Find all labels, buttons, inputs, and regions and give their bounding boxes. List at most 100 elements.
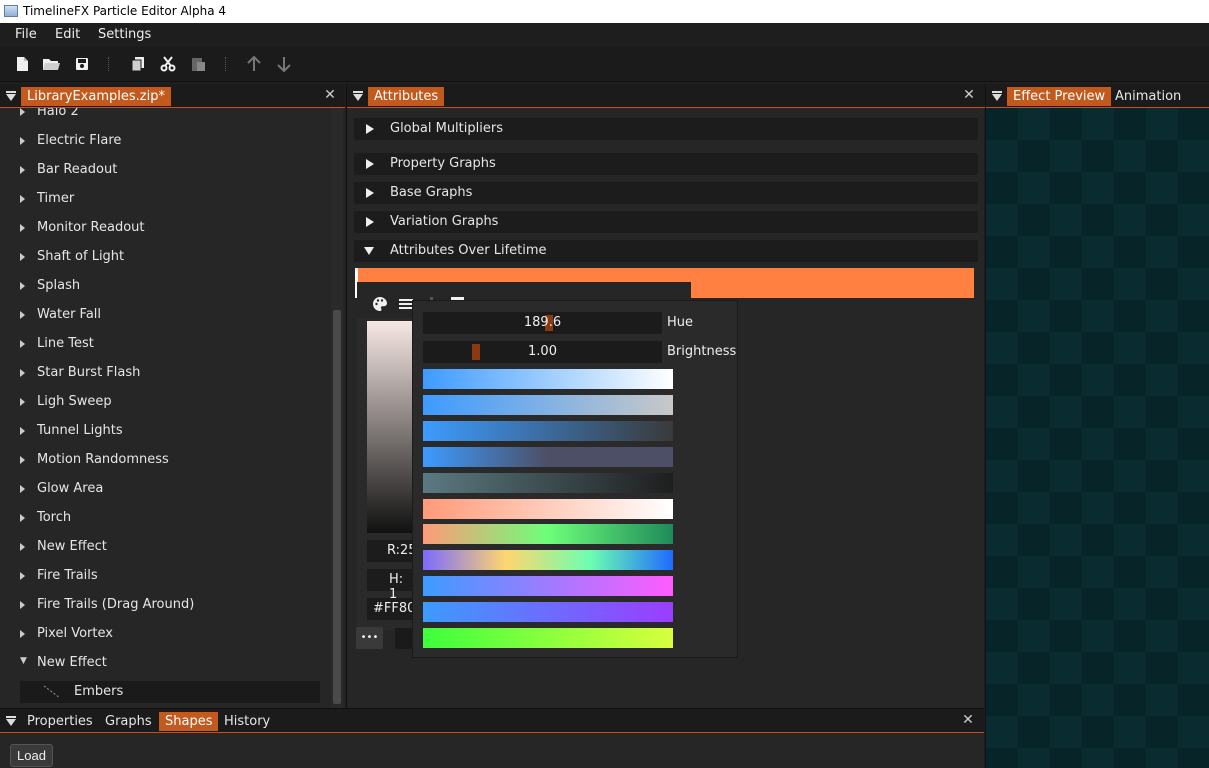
new-file-icon[interactable]	[12, 54, 32, 74]
tree-item[interactable]: Tunnel Lights	[0, 420, 330, 442]
tree-item[interactable]: Halo 2	[0, 108, 330, 123]
chevron-right-icon[interactable]	[20, 572, 25, 580]
open-folder-icon[interactable]	[41, 54, 61, 74]
palette-swatch[interactable]	[423, 472, 673, 493]
tree-item[interactable]: Monitor Readout	[0, 217, 330, 239]
menu-file[interactable]: File	[15, 27, 37, 42]
tree-item[interactable]: Star Burst Flash	[0, 362, 330, 384]
h-channel-field[interactable]: H: 1	[367, 569, 412, 602]
section-label: Variation Graphs	[390, 214, 499, 229]
palette-swatch[interactable]	[423, 446, 673, 467]
tab-library[interactable]: LibraryExamples.zip*	[21, 87, 171, 106]
panel-menu-icon[interactable]	[6, 91, 16, 101]
chevron-right-icon[interactable]	[20, 340, 25, 348]
paste-icon[interactable]	[188, 54, 208, 74]
cut-icon[interactable]	[158, 54, 178, 74]
more-options-button[interactable]: •••	[356, 627, 383, 649]
chevron-right-icon[interactable]	[20, 253, 25, 261]
section-property-graphs[interactable]: Property Graphs	[354, 153, 978, 175]
palette-swatch[interactable]	[423, 369, 673, 389]
tab-animation[interactable]: Animation	[1109, 87, 1187, 106]
tree-item[interactable]: Water Fall	[0, 304, 330, 326]
chevron-right-icon[interactable]	[20, 601, 25, 609]
tree-item[interactable]: Pixel Vortex	[0, 623, 330, 645]
chevron-right-icon[interactable]	[20, 224, 25, 232]
tree-item[interactable]: Shaft of Light	[0, 246, 330, 268]
chevron-right-icon[interactable]	[20, 398, 25, 406]
tree-item[interactable]: Glow Area	[0, 478, 330, 500]
palette-swatch[interactable]	[423, 524, 673, 545]
tree-item[interactable]: Bar Readout	[0, 159, 330, 181]
tree-item[interactable]: ▼ New Effect	[0, 652, 330, 674]
section-variation-graphs[interactable]: Variation Graphs	[354, 211, 978, 233]
saturation-value-square[interactable]	[367, 321, 412, 533]
tab-history[interactable]: History	[218, 712, 276, 731]
tree-item-label: New Effect	[37, 655, 107, 670]
tree-child-item[interactable]: Embers	[20, 681, 320, 703]
tab-shapes[interactable]: Shapes	[159, 712, 219, 731]
chevron-right-icon[interactable]	[20, 543, 25, 551]
close-icon[interactable]: ✕	[323, 88, 337, 102]
tab-effect-preview[interactable]: Effect Preview	[1007, 87, 1112, 106]
tree-item[interactable]: Torch	[0, 507, 330, 529]
palette-swatch[interactable]	[423, 628, 673, 648]
preview-canvas[interactable]	[986, 108, 1209, 768]
panel-menu-icon[interactable]	[6, 716, 16, 726]
section-global-multipliers[interactable]: Global Multipliers	[354, 118, 978, 140]
menu-settings[interactable]: Settings	[98, 27, 151, 42]
copy-icon[interactable]	[128, 54, 148, 74]
palette-swatch[interactable]	[423, 576, 673, 597]
slider-grab[interactable]	[472, 344, 480, 360]
panel-menu-icon[interactable]	[353, 91, 363, 101]
tree-item[interactable]: Line Test	[0, 333, 330, 355]
chevron-right-icon[interactable]	[20, 369, 25, 377]
palette-icon[interactable]	[372, 296, 388, 316]
close-icon[interactable]: ✕	[962, 88, 976, 102]
r-channel-field[interactable]: R:25	[367, 540, 417, 562]
library-scrollbar[interactable]	[331, 108, 343, 708]
chevron-down-icon[interactable]: ▼	[20, 656, 27, 666]
load-button[interactable]: Load	[10, 744, 53, 767]
tree-item[interactable]: Motion Randomness	[0, 449, 330, 471]
section-attributes-over-lifetime[interactable]: Attributes Over Lifetime	[354, 240, 978, 262]
chevron-right-icon[interactable]	[20, 108, 25, 116]
section-base-graphs[interactable]: Base Graphs	[354, 182, 978, 204]
tree-item[interactable]: Splash	[0, 275, 330, 297]
tree-item[interactable]: New Effect	[0, 536, 330, 558]
chevron-right-icon[interactable]	[20, 282, 25, 290]
palette-swatch[interactable]	[423, 498, 673, 519]
tree-item[interactable]: Electric Flare	[0, 130, 330, 152]
chevron-right-icon[interactable]	[20, 311, 25, 319]
chevron-right-icon[interactable]	[20, 485, 25, 493]
chevron-right-icon[interactable]	[20, 456, 25, 464]
tab-properties[interactable]: Properties	[21, 712, 99, 731]
close-icon[interactable]: ✕	[961, 713, 975, 727]
chevron-right-icon[interactable]	[20, 137, 25, 145]
tree-item[interactable]: Timer	[0, 188, 330, 210]
tree-item[interactable]: Ligh Sweep	[0, 391, 330, 413]
arrow-down-icon[interactable]	[274, 54, 294, 74]
tab-attributes[interactable]: Attributes	[368, 87, 445, 106]
window-titlebar: TimelineFX Particle Editor Alpha 4	[0, 0, 1209, 23]
hex-field[interactable]: #FF80	[367, 598, 415, 620]
brightness-slider[interactable]: 1.00	[423, 341, 662, 363]
tree-item[interactable]: Fire Trails	[0, 565, 330, 587]
save-icon[interactable]	[72, 54, 92, 74]
chevron-right-icon[interactable]	[20, 427, 25, 435]
arrow-up-icon[interactable]	[244, 54, 264, 74]
palette-swatch[interactable]	[423, 420, 673, 441]
list-icon[interactable]	[399, 297, 413, 315]
panel-menu-icon[interactable]	[992, 91, 1002, 101]
menu-edit[interactable]: Edit	[55, 27, 80, 42]
palette-swatch[interactable]	[423, 550, 673, 571]
chevron-right-icon[interactable]	[20, 514, 25, 522]
palette-swatch[interactable]	[423, 602, 673, 623]
scrollbar-thumb[interactable]	[333, 310, 341, 704]
hue-slider[interactable]: 189.6	[423, 312, 662, 334]
chevron-right-icon[interactable]	[20, 195, 25, 203]
chevron-right-icon[interactable]	[20, 166, 25, 174]
tree-item[interactable]: Fire Trails (Drag Around)	[0, 594, 330, 616]
chevron-right-icon[interactable]	[20, 630, 25, 638]
tab-graphs[interactable]: Graphs	[99, 712, 158, 731]
palette-swatch[interactable]	[423, 394, 673, 415]
